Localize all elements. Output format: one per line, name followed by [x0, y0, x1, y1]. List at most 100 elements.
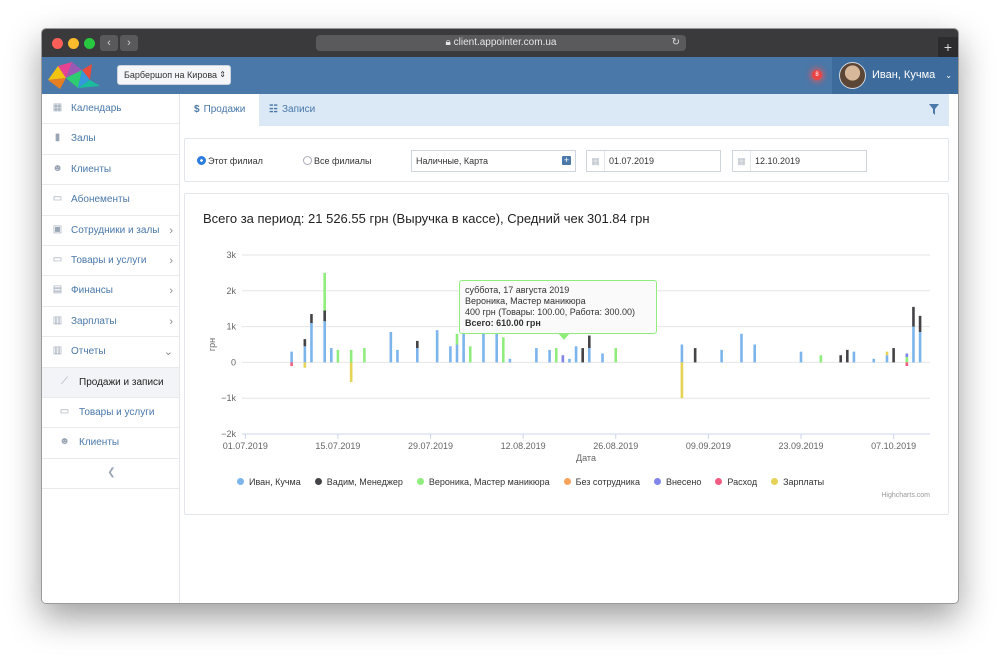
sidebar-item-reports[interactable]: ▥ Отчеты ⌄ [42, 337, 179, 368]
legend-item[interactable]: Расход [715, 477, 757, 487]
sidebar-item-clients[interactable]: ☻ Клиенты [42, 155, 179, 186]
bar [310, 323, 313, 363]
legend-item[interactable]: Внесено [653, 477, 701, 487]
bar [435, 330, 439, 363]
chevron-right-icon: › [169, 254, 173, 267]
back-button[interactable]: ‹ [100, 35, 118, 51]
close-window-button[interactable] [52, 38, 63, 49]
sidebar-item-label: Календарь [71, 103, 122, 114]
sidebar-item-salaries[interactable]: ▥ Зарплаты › [42, 307, 179, 338]
bar [561, 355, 565, 363]
legend-label: Вадим, Менеджер [326, 477, 403, 487]
bar [588, 335, 591, 349]
y-tick-label: −2k [221, 429, 236, 439]
chart-panel: Всего за период: 21 526.55 грн (Выручка … [184, 193, 949, 515]
bar [799, 351, 803, 363]
tab-records[interactable]: ☷ Записи [259, 94, 325, 126]
x-tick-label: 29.07.2019 [408, 441, 453, 451]
bar [905, 353, 909, 358]
browser-titlebar: ‹ › 🔒︎ client.appointer.com.ua ↻ + [42, 29, 958, 57]
reload-icon[interactable]: ↻ [672, 35, 680, 51]
zoom-window-button[interactable] [84, 38, 95, 49]
sidebar-item-label: Зарплаты [71, 315, 117, 327]
sidebar-item-staff[interactable]: ▣ Сотрудники и залы › [42, 216, 179, 246]
legend-item[interactable]: Без сотрудника [563, 477, 640, 487]
bar [892, 348, 895, 363]
bar [614, 348, 618, 363]
sidebar-item-halls[interactable]: ▮ Залы [42, 124, 179, 155]
sidebar-item-goods[interactable]: ▭ Товары и услуги › [42, 246, 179, 277]
bar [839, 355, 842, 363]
list-icon: ☷ [269, 104, 278, 115]
bar [885, 355, 889, 363]
legend-swatch [563, 478, 571, 485]
y-tick-label: 2k [226, 286, 236, 296]
line-chart-icon: ⟋ [61, 375, 68, 387]
bar [819, 355, 823, 363]
chevron-right-icon: › [169, 224, 173, 237]
sidebar-item-subscriptions[interactable]: ▭ Абонементы [42, 185, 179, 216]
legend-item[interactable]: Вадим, Менеджер [314, 477, 403, 487]
notification-badge[interactable]: 8 [812, 70, 822, 80]
user-menu[interactable]: Иван, Кучма ⌄ [832, 57, 958, 94]
sidebar-item-label: Залы [71, 133, 96, 145]
x-tick-label: 01.07.2019 [223, 441, 268, 451]
branch-selector[interactable]: Барбершоп на Кирова ⇕ [117, 65, 231, 85]
bar [912, 326, 915, 363]
new-tab-button[interactable]: + [938, 37, 958, 57]
calendar-icon: ▦ [587, 151, 605, 171]
bar [323, 272, 326, 311]
tooltip-date: суббота, 17 августа 2019 [465, 285, 570, 295]
bar [872, 358, 876, 363]
appointer-logo-icon[interactable] [46, 60, 102, 91]
bar-chart-icon: ▥ [52, 345, 63, 357]
sidebar-item-label: Товары и услуги [79, 406, 155, 418]
radio-this-branch[interactable]: Этот филиал [197, 156, 263, 166]
x-tick-label: 12.08.2019 [501, 441, 546, 451]
sidebar-subitem-goods-and-services[interactable]: ▭ Товары и услуги [42, 398, 179, 429]
legend-item[interactable]: Иван, Кучма [237, 477, 301, 487]
chart-credits[interactable]: Highcharts.com [881, 492, 930, 499]
card-icon: ▭ [59, 405, 70, 417]
sidebar-item-label: Клиенты [79, 437, 120, 449]
money-icon: ▤ [52, 284, 63, 296]
legend-label: Расход [727, 477, 758, 487]
bar [581, 348, 584, 363]
date-to-input[interactable]: ▦ 12.10.2019 [732, 150, 867, 172]
chevron-right-icon: › [169, 285, 173, 298]
filter-icon[interactable] [929, 104, 939, 115]
legend-swatch [314, 478, 322, 485]
x-tick-label: 15.07.2019 [315, 441, 360, 451]
radio-all-branches[interactable]: Все филиалы [303, 156, 371, 166]
legend-swatch [715, 478, 723, 485]
sales-bar-chart: 3k 2k 1k 0 −1k −2k грн 01.07.2019 15.07.2019 29.0… [207, 250, 930, 463]
bar [588, 348, 591, 363]
updown-caret-icon: ⇕ [219, 70, 226, 79]
sidebar-item-finance[interactable]: ▤ Финансы › [42, 276, 179, 307]
bar [535, 348, 538, 363]
forward-button[interactable]: › [120, 35, 138, 51]
legend-label: Зарплаты [783, 477, 825, 487]
sidebar-item-label: Клиенты [71, 163, 112, 175]
id-card-icon: ▣ [52, 223, 63, 235]
minimize-window-button[interactable] [68, 38, 79, 49]
tab-sales[interactable]: $ Продажи [184, 94, 259, 126]
browser-window: ‹ › 🔒︎ client.appointer.com.ua ↻ + Барбе… [41, 28, 959, 604]
sidebar-item-label: Продажи и записи [79, 376, 164, 388]
chevron-right-icon: › [169, 315, 173, 328]
legend-item[interactable]: Вероника, Мастер маникюра [416, 477, 550, 487]
chart-legend: Иван, Кучма Вадим, Менеджер Вероника, Маст… [237, 477, 838, 487]
bar [396, 349, 399, 363]
plus-icon[interactable]: + [562, 156, 571, 165]
payment-method-select[interactable]: Наличные, Карта + [411, 150, 576, 172]
sidebar-item-calendar[interactable]: ▦ Календарь [42, 94, 179, 125]
legend-swatch [653, 478, 661, 485]
legend-swatch [416, 478, 424, 485]
legend-item[interactable]: Зарплаты [771, 477, 824, 487]
sidebar-collapse-button[interactable]: ❮ [42, 459, 179, 490]
sidebar-subitem-sales-and-records[interactable]: ⟋ Продажи и записи [42, 367, 179, 398]
date-from-input[interactable]: ▦ 01.07.2019 [586, 150, 721, 172]
y-axis-title: грн [207, 338, 217, 351]
sidebar-subitem-clients[interactable]: ☻ Клиенты [42, 428, 179, 459]
address-bar[interactable]: 🔒︎ client.appointer.com.ua ↻ [316, 35, 686, 51]
